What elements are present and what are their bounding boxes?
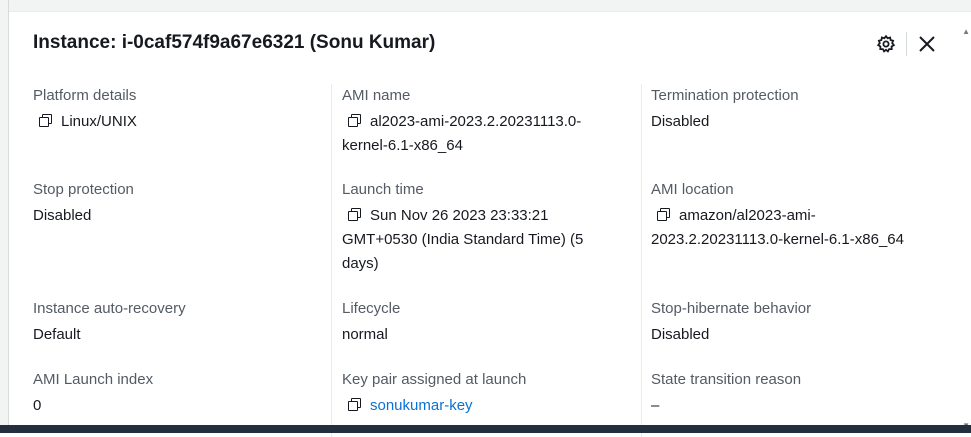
scroll-up-arrow-icon[interactable]: ▲ [962, 28, 970, 36]
ami-location-value-cont: 2023.2.20231113.0-kernel-6.1-x86_64 [651, 231, 904, 248]
header-actions [874, 32, 939, 56]
left-panel-edge [0, 0, 9, 425]
ami-name-field: AMI name al2023-ami-2023.2.20231113.0- k… [342, 86, 632, 158]
instance-details-panel: Instance: i-0caf574f9a67e6321 (Sonu Kuma… [9, 12, 961, 437]
copy-icon[interactable] [39, 114, 53, 128]
field-value: 0 [33, 397, 42, 414]
field-label: AMI location [651, 181, 734, 198]
field-value: Disabled [33, 207, 92, 224]
platform-value: Linux/UNIX [61, 113, 137, 130]
launch-time-value-cont: days) [342, 255, 379, 272]
field-value: Linux/UNIX [33, 110, 137, 134]
ami-name-value-cont: kernel-6.1-x86_64 [342, 137, 463, 154]
gear-icon [876, 34, 896, 53]
copy-icon[interactable] [657, 208, 671, 222]
field-value: – [651, 397, 660, 414]
ami-launch-index-field: AMI Launch index 0 [33, 370, 153, 418]
launch-time-value-cont: GMT+0530 (India Standard Time) (5 [342, 231, 584, 248]
field-value: sonukumar-key [342, 394, 526, 418]
copy-icon[interactable] [348, 398, 362, 412]
ami-location-field: AMI location amazon/al2023-ami- 2023.2.2… [651, 180, 951, 252]
field-value: al2023-ami-2023.2.20231113.0- kernel-6.1… [342, 110, 632, 158]
scrollbar[interactable]: ▲ ▼ [961, 12, 971, 430]
close-button[interactable] [915, 32, 939, 56]
field-label: Instance auto-recovery [33, 300, 186, 317]
copy-icon[interactable] [348, 114, 362, 128]
field-label: Stop protection [33, 181, 134, 198]
field-value: Disabled [651, 113, 710, 130]
state-transition-reason-field: State transition reason – [651, 370, 801, 418]
field-value: Sun Nov 26 2023 23:33:21 GMT+0530 (India… [342, 204, 637, 276]
column-divider [641, 84, 642, 437]
launch-time-field: Launch time Sun Nov 26 2023 23:33:21 GMT… [342, 180, 637, 276]
field-label: Launch time [342, 181, 424, 198]
launch-time-value: Sun Nov 26 2023 23:33:21 [370, 207, 549, 224]
field-value: amazon/al2023-ami- 2023.2.20231113.0-ker… [651, 204, 951, 252]
close-icon [919, 36, 935, 52]
settings-button[interactable] [874, 32, 898, 56]
field-label: Platform details [33, 87, 137, 104]
field-label: AMI Launch index [33, 371, 154, 388]
field-label: Lifecycle [342, 300, 401, 317]
key-pair-field: Key pair assigned at launch sonukumar-ke… [342, 370, 526, 418]
top-strip [0, 0, 971, 12]
field-label: Key pair assigned at launch [342, 371, 527, 388]
field-label: AMI name [342, 87, 411, 104]
field-label: Termination protection [651, 87, 799, 104]
lifecycle-field: Lifecycle normal [342, 299, 400, 347]
stop-hibernate-behavior-field: Stop-hibernate behavior Disabled [651, 299, 811, 347]
header-divider [906, 32, 907, 56]
ami-name-value: al2023-ami-2023.2.20231113.0- [370, 113, 582, 130]
bottom-bar [0, 425, 971, 433]
field-value: normal [342, 326, 388, 343]
field-value: Disabled [651, 326, 710, 343]
field-label: State transition reason [651, 371, 802, 388]
column-divider [331, 84, 332, 437]
field-label: Stop-hibernate behavior [651, 300, 812, 317]
field-value: Default [33, 326, 81, 343]
key-pair-link[interactable]: sonukumar-key [370, 397, 473, 414]
page-title: Instance: i-0caf574f9a67e6321 (Sonu Kuma… [33, 32, 436, 53]
platform-details-field: Platform details Linux/UNIX [33, 86, 137, 134]
termination-protection-field: Termination protection Disabled [651, 86, 799, 134]
copy-icon[interactable] [348, 208, 362, 222]
ami-location-value: amazon/al2023-ami- [679, 207, 816, 224]
stop-protection-field: Stop protection Disabled [33, 180, 134, 228]
instance-auto-recovery-field: Instance auto-recovery Default [33, 299, 186, 347]
